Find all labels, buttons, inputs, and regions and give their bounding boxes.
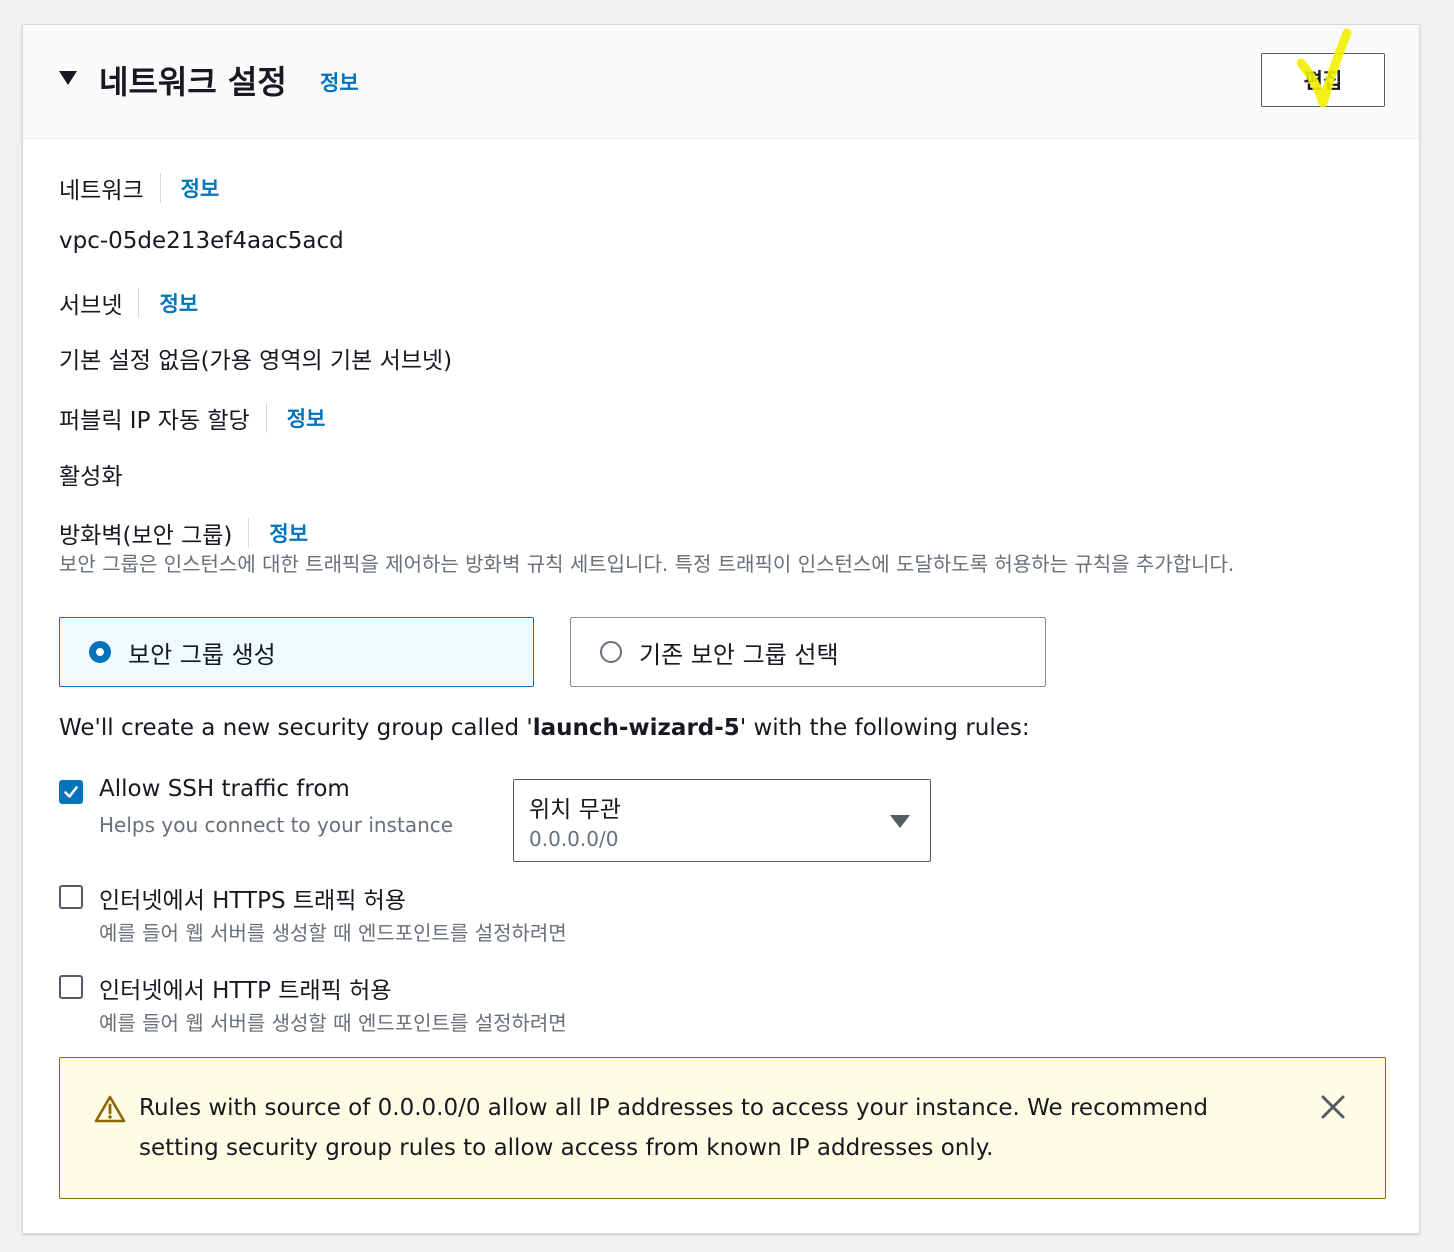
http-description: 예를 들어 웹 서버를 생성할 때 엔드포인트를 설정하려면 bbox=[99, 1011, 567, 1035]
security-group-name: launch-wizard-5 bbox=[532, 715, 740, 741]
checkmark-icon bbox=[64, 786, 78, 798]
label-divider bbox=[138, 288, 140, 318]
ssh-label[interactable]: Allow SSH traffic from bbox=[99, 776, 350, 802]
http-checkbox[interactable] bbox=[59, 975, 83, 999]
sentence-prefix: We'll create a new security group called… bbox=[59, 715, 533, 741]
label-divider bbox=[265, 403, 267, 433]
ssh-source-value: 위치 무관 bbox=[529, 797, 621, 823]
tile-label: 기존 보안 그룹 선택 bbox=[639, 640, 839, 669]
ssh-source-cidr: 0.0.0.0/0 bbox=[529, 827, 619, 851]
label-divider bbox=[248, 518, 250, 548]
subnet-value: 기본 설정 없음(가용 영역의 기본 서브넷) bbox=[59, 348, 453, 374]
network-value: vpc-05de213ef4aac5acd bbox=[59, 228, 344, 254]
section-info-link[interactable]: 정보 bbox=[320, 67, 359, 97]
ssh-description: Helps you connect to your instance bbox=[99, 813, 454, 837]
network-label: 네트워크 bbox=[59, 178, 144, 204]
http-label[interactable]: 인터넷에서 HTTP 트래픽 허용 bbox=[99, 971, 391, 1005]
select-existing-security-group-tile[interactable]: 기존 보안 그룹 선택 bbox=[570, 617, 1046, 687]
ssh-source-select[interactable]: 위치 무관 0.0.0.0/0 bbox=[513, 779, 931, 862]
section-title: 네트워크 설정 bbox=[99, 63, 287, 101]
firewall-label-row: 방화벽(보안 그룹) 정보 bbox=[59, 516, 308, 550]
firewall-label: 방화벽(보안 그룹) bbox=[59, 523, 233, 549]
subnet-info-link[interactable]: 정보 bbox=[159, 288, 198, 318]
public-ip-label: 퍼블릭 IP 자동 할당 bbox=[59, 408, 250, 434]
ssh-checkbox[interactable] bbox=[59, 780, 83, 804]
radio-unselected-icon[interactable] bbox=[600, 641, 622, 663]
https-label[interactable]: 인터넷에서 HTTPS 트래픽 허용 bbox=[99, 881, 406, 915]
firewall-description: 보안 그룹은 인스턴스에 대한 트래픽을 제어하는 방화벽 규칙 세트입니다. … bbox=[59, 552, 1235, 576]
subnet-label: 서브넷 bbox=[59, 293, 123, 319]
create-security-group-tile[interactable]: 보안 그룹 생성 bbox=[59, 617, 534, 687]
public-ip-value: 활성화 bbox=[59, 464, 123, 490]
panel-header: 네트워크 설정 정보 편집 bbox=[23, 25, 1419, 139]
new-security-group-sentence: We'll create a new security group called… bbox=[59, 715, 1030, 741]
label-divider bbox=[159, 173, 161, 203]
sentence-suffix: ' with the following rules: bbox=[739, 715, 1030, 741]
network-label-row: 네트워크 정보 bbox=[59, 171, 219, 205]
public-ip-info-link[interactable]: 정보 bbox=[287, 403, 326, 433]
warning-icon bbox=[94, 1095, 126, 1123]
alert-message: Rules with source of 0.0.0.0/0 allow all… bbox=[139, 1095, 1208, 1161]
caret-down-icon bbox=[890, 815, 910, 828]
collapse-caret-icon[interactable] bbox=[59, 71, 77, 85]
network-info-link[interactable]: 정보 bbox=[181, 173, 220, 203]
network-settings-panel: 네트워크 설정 정보 편집 네트워크 정보 vpc-05de213ef4aac5… bbox=[22, 24, 1420, 1234]
https-checkbox[interactable] bbox=[59, 885, 83, 909]
https-description: 예를 들어 웹 서버를 생성할 때 엔드포인트를 설정하려면 bbox=[99, 921, 567, 945]
radio-selected-icon[interactable] bbox=[89, 641, 111, 663]
tile-label: 보안 그룹 생성 bbox=[128, 640, 276, 669]
warning-alert: Rules with source of 0.0.0.0/0 allow all… bbox=[59, 1057, 1386, 1199]
close-icon[interactable] bbox=[1320, 1094, 1346, 1120]
public-ip-label-row: 퍼블릭 IP 자동 할당 정보 bbox=[59, 401, 325, 435]
firewall-info-link[interactable]: 정보 bbox=[269, 518, 308, 548]
subnet-label-row: 서브넷 정보 bbox=[59, 286, 198, 320]
edit-button[interactable]: 편집 bbox=[1261, 53, 1385, 107]
